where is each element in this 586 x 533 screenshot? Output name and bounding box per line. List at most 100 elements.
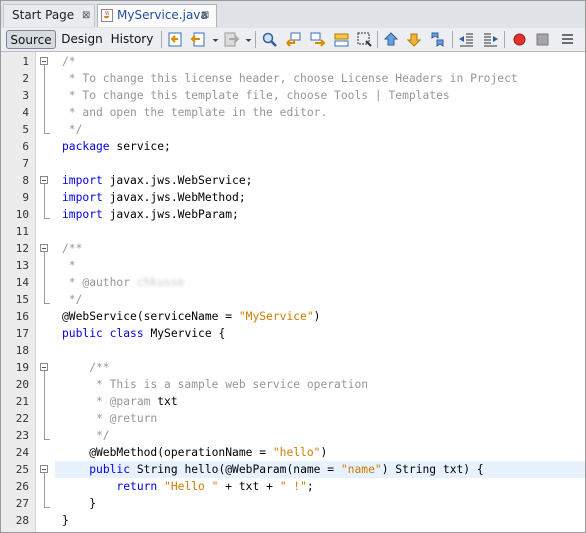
code-line[interactable]: */	[62, 121, 83, 138]
code-line[interactable]: @WebMethod(operationName = "hello")	[62, 444, 327, 461]
code-token: )	[313, 310, 321, 323]
source-view-button[interactable]: Source	[6, 30, 56, 49]
code-line[interactable]: * @return	[62, 410, 157, 427]
line-number: 28	[15, 514, 29, 527]
code-token: )	[320, 446, 328, 459]
fold-toggle-icon[interactable]	[40, 57, 48, 65]
code-token: * This is a sample web service operation	[62, 378, 369, 391]
line-number: 27	[15, 497, 29, 510]
code-token: return	[116, 480, 158, 493]
line-number: 12	[15, 242, 29, 255]
tab-start-page[interactable]: Start Page ⊠	[3, 4, 95, 27]
find-next-icon[interactable]	[309, 31, 326, 48]
line-number: 24	[15, 446, 29, 459]
fold-toggle-icon[interactable]	[40, 363, 48, 371]
tab-myservice-java[interactable]: MyService.java ⊠	[97, 4, 217, 27]
code-token: }	[62, 497, 97, 510]
close-tab-icon[interactable]: ⊠	[201, 11, 209, 21]
toggle-highlight-icon[interactable]	[356, 31, 373, 48]
code-line[interactable]: * @param txt	[62, 393, 178, 410]
fold-end	[44, 439, 50, 440]
code-line[interactable]: public class MyService {	[62, 325, 225, 342]
line-number-gutter: 1 2 3 4 5 6 7 8 9 10 11 12 13 14 15 16 17 18 19 20 21 22 23 24 2…	[1, 52, 36, 532]
source-code[interactable]: /* * To change this license header, choo…	[62, 52, 585, 532]
code-token: /**	[62, 361, 110, 374]
code-line[interactable]: /**	[62, 240, 82, 257]
code-line[interactable]: /**	[62, 359, 110, 376]
find-selection-icon[interactable]	[333, 31, 350, 48]
code-line[interactable]: }	[62, 512, 69, 529]
shift-right-icon[interactable]	[482, 31, 499, 48]
close-tab-icon[interactable]: ⊠	[82, 11, 90, 21]
fold-toggle-icon[interactable]	[40, 176, 48, 184]
code-line[interactable]: import javax.jws.WebMethod;	[62, 189, 246, 206]
line-number: 18	[15, 344, 29, 357]
code-token: javax.jws.WebService;	[102, 174, 253, 187]
design-view-button[interactable]: Design	[59, 30, 105, 49]
code-line[interactable]: package service;	[62, 138, 171, 155]
code-line[interactable]: import javax.jws.WebParam;	[62, 206, 239, 223]
code-token: ;	[306, 480, 314, 493]
line-number: 6	[22, 140, 29, 153]
line-number: 11	[15, 225, 29, 238]
code-line[interactable]: */	[62, 427, 110, 444]
start-macro-icon[interactable]	[511, 31, 528, 48]
stop-macro-icon[interactable]	[534, 31, 551, 48]
code-line[interactable]: @WebService(serviceName = "MyService")	[62, 308, 320, 325]
code-line[interactable]: }	[62, 495, 96, 512]
code-token: */	[62, 429, 110, 442]
fold-end	[44, 507, 50, 508]
previous-bookmark-icon[interactable]	[383, 31, 400, 48]
line-number: 7	[22, 157, 29, 170]
line-number: 20	[15, 378, 29, 391]
code-line[interactable]: * @author chkusse	[62, 274, 185, 291]
settings-icon[interactable]	[559, 31, 576, 48]
code-line[interactable]: public String hello(@WebParam(name = "na…	[62, 461, 484, 478]
forward-icon[interactable]	[223, 31, 240, 48]
toolbar-separator	[161, 31, 162, 48]
code-token: @WebService(serviceName =	[62, 310, 239, 323]
code-line[interactable]: */	[62, 291, 83, 308]
line-number: 13	[15, 259, 29, 272]
code-editor[interactable]: 1 2 3 4 5 6 7 8 9 10 11 12 13 14 15 16 17 18 19 20 21 22 23 24 2…	[1, 52, 585, 532]
find-previous-icon[interactable]	[285, 31, 302, 48]
code-line[interactable]: /*	[62, 53, 76, 70]
code-line[interactable]: * To change this template file, choose T…	[62, 87, 450, 104]
code-line[interactable]: * and open the template in the editor.	[62, 104, 327, 121]
back-icon[interactable]	[190, 31, 207, 48]
history-view-button[interactable]: History	[109, 30, 155, 49]
code-line[interactable]: return "Hello " + txt + " !";	[62, 478, 314, 495]
line-number: 1	[22, 55, 29, 68]
shift-left-icon[interactable]	[458, 31, 475, 48]
code-token: import	[62, 174, 103, 187]
fold-toggle-icon[interactable]	[40, 244, 48, 252]
code-token: " !"	[279, 480, 307, 493]
last-edit-icon[interactable]	[167, 31, 184, 48]
code-token: service;	[109, 140, 171, 153]
line-number: 5	[22, 123, 29, 136]
code-token: ) String txt) {	[381, 463, 484, 476]
code-line[interactable]: * To change this license header, choose …	[62, 70, 518, 87]
fold-guide	[44, 473, 45, 507]
code-token: "name"	[340, 463, 382, 476]
line-number: 10	[15, 208, 29, 221]
code-token: MyService {	[143, 327, 226, 340]
code-line[interactable]: *	[62, 257, 76, 274]
tab-label: MyService.java	[117, 8, 208, 22]
dropdown-icon[interactable]	[240, 31, 252, 48]
toggle-bookmark-icon[interactable]	[429, 31, 446, 48]
next-bookmark-icon[interactable]	[406, 31, 423, 48]
line-number: 4	[22, 106, 29, 119]
code-token: "Hello "	[164, 480, 219, 493]
line-number: 17	[15, 327, 29, 340]
dropdown-icon[interactable]	[207, 31, 219, 48]
fold-toggle-icon[interactable]	[40, 465, 48, 473]
code-token: String hello(@WebParam(name =	[130, 463, 341, 476]
fold-end	[44, 303, 50, 304]
find-icon[interactable]	[261, 31, 278, 48]
code-token: package	[62, 140, 110, 153]
code-line[interactable]: import javax.jws.WebService;	[62, 172, 252, 189]
code-token: import	[62, 208, 103, 221]
code-line[interactable]: * This is a sample web service operation	[62, 376, 368, 393]
code-token: * @return	[62, 412, 158, 425]
